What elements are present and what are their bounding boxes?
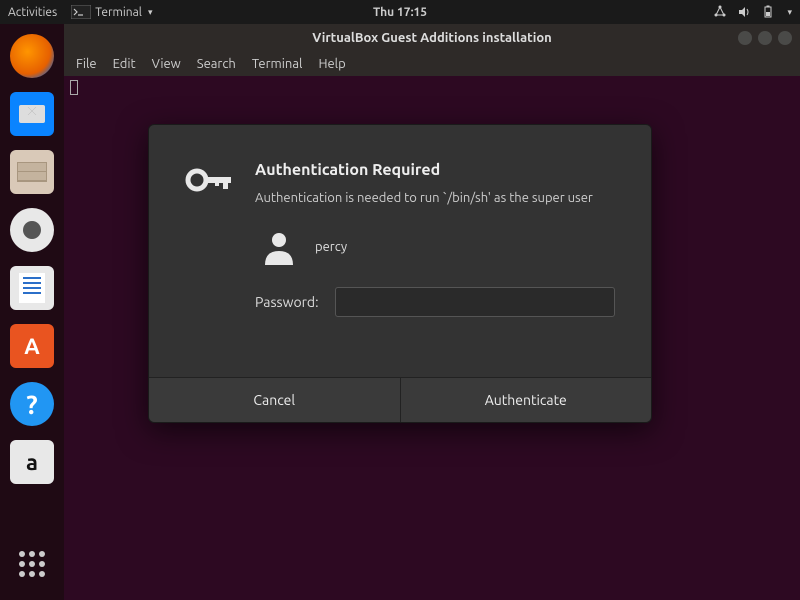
- key-icon: [185, 161, 235, 317]
- menu-search[interactable]: Search: [197, 57, 236, 71]
- ubuntu-dock: A ? a: [0, 24, 64, 600]
- window-minimize-button[interactable]: [738, 31, 752, 45]
- dock-rhythmbox[interactable]: [10, 208, 54, 252]
- auth-username: percy: [315, 240, 347, 254]
- auth-dialog-message: Authentication is needed to run `/bin/sh…: [255, 189, 615, 207]
- menu-edit[interactable]: Edit: [113, 57, 136, 71]
- cancel-button[interactable]: Cancel: [149, 378, 401, 422]
- window-controls: [738, 31, 792, 45]
- chevron-down-icon: ▾: [148, 7, 153, 18]
- dock-libreoffice-writer[interactable]: [10, 266, 54, 310]
- volume-icon: [737, 5, 751, 19]
- menu-help[interactable]: Help: [318, 57, 345, 71]
- auth-user-row: percy: [255, 229, 615, 265]
- menu-file[interactable]: File: [76, 57, 97, 71]
- topbar-app-menu[interactable]: Terminal ▾: [71, 5, 152, 19]
- topbar-status-area[interactable]: ▾: [713, 5, 792, 19]
- window-close-button[interactable]: [778, 31, 792, 45]
- window-title: VirtualBox Guest Additions installation: [312, 31, 552, 45]
- window-titlebar[interactable]: VirtualBox Guest Additions installation: [64, 24, 800, 52]
- terminal-cursor: [70, 80, 78, 95]
- polkit-auth-dialog: Authentication Required Authentication i…: [148, 124, 652, 423]
- topbar-app-label: Terminal: [95, 6, 142, 19]
- auth-dialog-title: Authentication Required: [255, 161, 615, 179]
- window-maximize-button[interactable]: [758, 31, 772, 45]
- dock-help[interactable]: ?: [10, 382, 54, 426]
- user-avatar-icon: [261, 229, 297, 265]
- menu-view[interactable]: View: [152, 57, 181, 71]
- dock-files[interactable]: [10, 150, 54, 194]
- password-label: Password:: [255, 294, 319, 310]
- activities-button[interactable]: Activities: [8, 6, 57, 19]
- authenticate-button[interactable]: Authenticate: [401, 378, 652, 422]
- menu-terminal[interactable]: Terminal: [252, 57, 303, 71]
- dock-thunderbird[interactable]: [10, 92, 54, 136]
- gnome-top-bar: Activities Terminal ▾ Thu 17:15 ▾: [0, 0, 800, 24]
- chevron-down-icon: ▾: [787, 7, 792, 18]
- password-input[interactable]: [335, 287, 615, 317]
- topbar-clock[interactable]: Thu 17:15: [373, 6, 427, 19]
- terminal-menubar: File Edit View Search Terminal Help: [64, 52, 800, 76]
- dock-firefox[interactable]: [10, 34, 54, 78]
- terminal-app-icon: [71, 5, 91, 19]
- show-applications-button[interactable]: [10, 542, 54, 586]
- dock-ubuntu-software[interactable]: A: [10, 324, 54, 368]
- battery-icon: [761, 5, 775, 19]
- network-icon: [713, 5, 727, 19]
- dock-amazon[interactable]: a: [10, 440, 54, 484]
